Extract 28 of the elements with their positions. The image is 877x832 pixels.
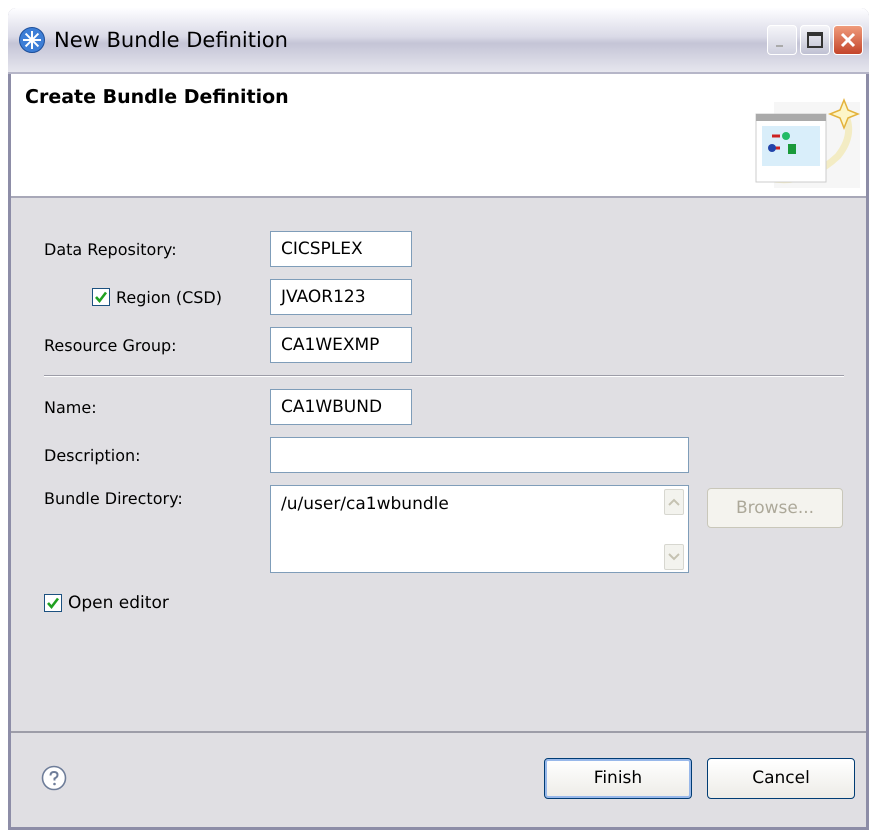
maximize-button[interactable]: [800, 25, 830, 55]
chevron-up-icon: [668, 498, 680, 506]
app-icon: [18, 26, 46, 54]
dialog-button[interactable]: Finish: [544, 758, 692, 798]
checkbox-label: Region (CSD): [116, 288, 222, 306]
checkbox-label: Open editor: [68, 593, 169, 613]
dialog-button[interactable]: Cancel: [707, 758, 855, 798]
help-icon[interactable]: [41, 765, 67, 791]
field-label: Resource Group:: [44, 336, 178, 354]
close-button[interactable]: [833, 25, 863, 55]
window-title: New Bundle Definition: [54, 28, 289, 52]
chevron-down-icon: [668, 553, 680, 561]
field-value: /u/user/ca1wbundle: [280, 493, 450, 516]
checkbox[interactable]: [44, 594, 62, 612]
input-field[interactable]: CA1WBUND: [270, 389, 412, 425]
checkbox[interactable]: [92, 288, 110, 306]
input-field[interactable]: [270, 437, 689, 473]
input-field[interactable]: CICSPLEX: [270, 231, 412, 267]
input-field[interactable]: JVAOR123: [270, 279, 412, 315]
field-label: Name:: [44, 398, 98, 416]
close-icon: [839, 31, 857, 49]
input-field[interactable]: CA1WEXMP: [270, 327, 412, 363]
minimize-icon: [776, 45, 782, 47]
page-title: Create Bundle Definition: [25, 86, 289, 108]
field-label: Data Repository:: [44, 240, 178, 258]
field-label: Description:: [44, 446, 142, 464]
maximize-icon: [806, 31, 824, 49]
field-label: Bundle Directory:: [44, 489, 184, 508]
